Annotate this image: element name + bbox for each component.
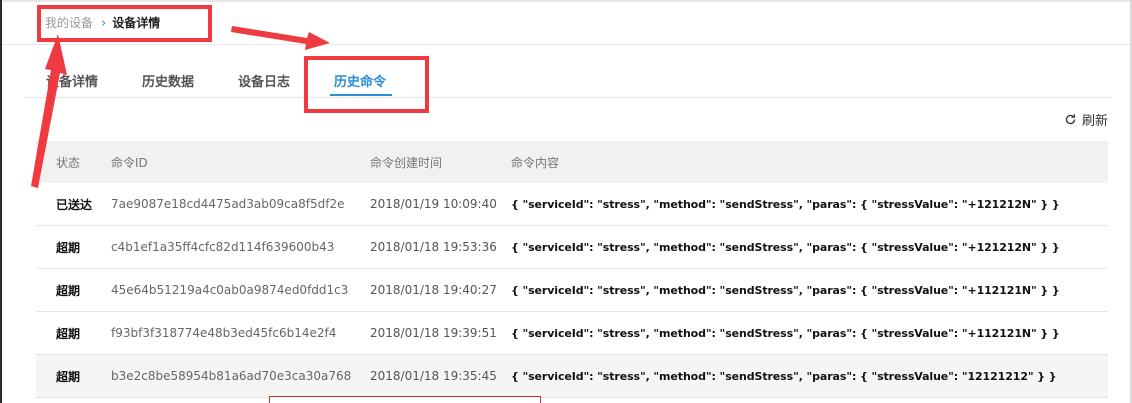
column-header-command-id: 命令ID bbox=[111, 155, 148, 170]
tab-history-data[interactable]: 历史数据 bbox=[142, 71, 194, 90]
cell-command-content: { "serviceId": "stress", "method": "send… bbox=[511, 197, 1060, 211]
table-row[interactable]: 超期 b3e2c8be58954b81a6ad70e3ca30a768 2018… bbox=[36, 355, 1108, 398]
header-divider bbox=[2, 44, 1130, 45]
window-left-edge bbox=[0, 0, 2, 403]
top-border bbox=[2, 0, 1130, 2]
refresh-button[interactable]: 刷新 bbox=[1064, 110, 1108, 129]
annotation-box-breadcrumb bbox=[37, 5, 212, 42]
cell-status: 超期 bbox=[56, 240, 81, 255]
cell-created-time: 2018/01/18 19:53:36 bbox=[370, 240, 497, 254]
cell-command-content: { "serviceId": "stress", "method": "send… bbox=[511, 326, 1060, 340]
cell-status: 已送达 bbox=[56, 197, 93, 212]
cell-command-id: 7ae9087e18cd4475ad3ab09ca8f5df2e bbox=[111, 197, 345, 211]
cell-created-time: 2018/01/18 19:39:51 bbox=[370, 326, 497, 340]
table-header: 状态 命令ID 命令创建时间 命令内容 bbox=[36, 141, 1108, 183]
annotation-box-history-tab bbox=[304, 56, 429, 113]
command-history-table: 状态 命令ID 命令创建时间 命令内容 已送达 7ae9087e18cd4475… bbox=[36, 141, 1108, 398]
cell-command-id: b3e2c8be58954b81a6ad70e3ca30a768 bbox=[111, 369, 352, 383]
table-row[interactable]: 超期 45e64b51219a4c0ab0a9874ed0fdd1c3 2018… bbox=[36, 269, 1108, 312]
tab-device-log[interactable]: 设备日志 bbox=[238, 71, 290, 90]
cell-command-id: c4b1ef1a35ff4cfc82d114f639600b43 bbox=[111, 240, 335, 254]
tab-bar: 设备详情 历史数据 设备日志 历史命令 bbox=[25, 62, 1112, 98]
table-row[interactable]: 超期 c4b1ef1a35ff4cfc82d114f639600b43 2018… bbox=[36, 226, 1108, 269]
cell-created-time: 2018/01/18 19:35:45 bbox=[370, 369, 497, 383]
cell-command-content: { "serviceId": "stress", "method": "send… bbox=[511, 283, 1060, 297]
cell-created-time: 2018/01/19 10:09:40 bbox=[370, 197, 497, 211]
cell-created-time: 2018/01/18 19:40:27 bbox=[370, 283, 497, 297]
table-row[interactable]: 已送达 7ae9087e18cd4475ad3ab09ca8f5df2e 201… bbox=[36, 183, 1108, 226]
tooltip-popup bbox=[269, 396, 541, 403]
refresh-icon bbox=[1065, 114, 1076, 125]
page: 我的设备 › 设备详情 设备详情 历史数据 设备日志 历史命令 刷新 状态 命令… bbox=[0, 0, 1132, 403]
table-row[interactable]: 超期 f93bf3f318774e48b3ed45fc6b14e2f4 2018… bbox=[36, 312, 1108, 355]
cell-status: 超期 bbox=[56, 283, 81, 298]
cell-command-content: { "serviceId": "stress", "method": "send… bbox=[511, 369, 1057, 383]
column-header-created-time: 命令创建时间 bbox=[370, 155, 443, 170]
cell-status: 超期 bbox=[56, 369, 81, 384]
cell-command-content: { "serviceId": "stress", "method": "send… bbox=[511, 240, 1060, 254]
column-header-command-content: 命令内容 bbox=[511, 155, 560, 170]
cell-command-id: 45e64b51219a4c0ab0a9874ed0fdd1c3 bbox=[111, 283, 349, 297]
tab-device-detail[interactable]: 设备详情 bbox=[46, 71, 98, 90]
refresh-label: 刷新 bbox=[1081, 114, 1108, 129]
cell-status: 超期 bbox=[56, 326, 81, 341]
column-header-status: 状态 bbox=[56, 155, 81, 170]
annotation-arrow-right bbox=[231, 26, 330, 50]
cell-command-id: f93bf3f318774e48b3ed45fc6b14e2f4 bbox=[111, 326, 337, 340]
